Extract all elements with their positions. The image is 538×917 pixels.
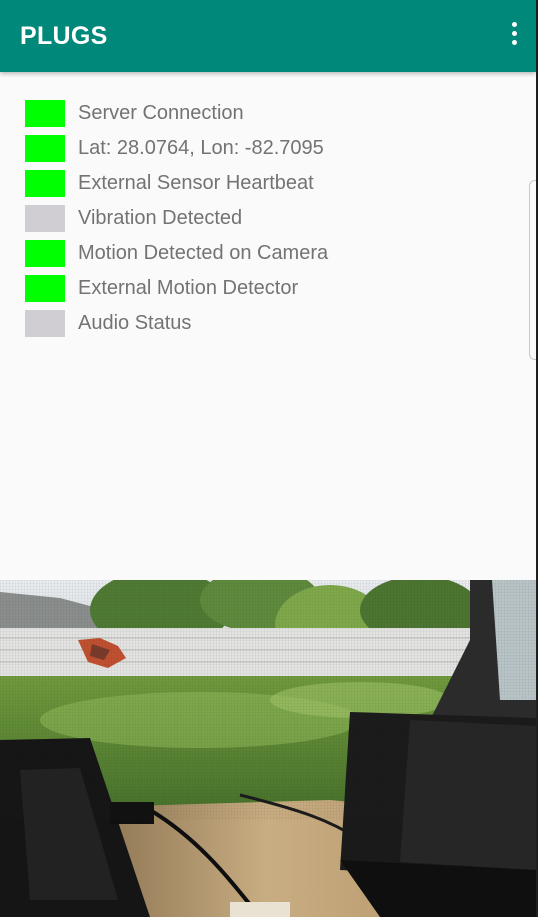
edge-panel-handle[interactable] bbox=[529, 180, 536, 360]
app-bar: PLUGS bbox=[0, 0, 536, 72]
status-item-vibration-detected: Vibration Detected bbox=[25, 201, 328, 236]
status-label: External Motion Detector bbox=[78, 277, 299, 299]
camera-frame-image bbox=[0, 580, 536, 917]
status-indicator bbox=[25, 170, 65, 197]
status-indicator bbox=[25, 100, 65, 127]
status-label: Vibration Detected bbox=[78, 207, 243, 229]
status-item-external-sensor-heartbeat: External Sensor Heartbeat bbox=[25, 166, 328, 201]
status-item-location: Lat: 28.0764, Lon: -82.7095 bbox=[25, 131, 328, 166]
status-indicator bbox=[25, 310, 65, 337]
status-indicator bbox=[25, 240, 65, 267]
status-item-server-connection: Server Connection bbox=[25, 96, 328, 131]
status-label: External Sensor Heartbeat bbox=[78, 172, 314, 194]
status-item-external-motion-detector: External Motion Detector bbox=[25, 271, 328, 306]
status-list: Server Connection Lat: 28.0764, Lon: -82… bbox=[25, 96, 328, 341]
status-item-motion-camera: Motion Detected on Camera bbox=[25, 236, 328, 271]
status-label: Lat: 28.0764, Lon: -82.7095 bbox=[78, 137, 324, 159]
status-label: Motion Detected on Camera bbox=[78, 242, 329, 264]
app-title: PLUGS bbox=[20, 22, 108, 50]
status-item-audio-status: Audio Status bbox=[25, 306, 328, 341]
camera-preview bbox=[0, 580, 536, 917]
status-indicator bbox=[25, 275, 65, 302]
status-label: Audio Status bbox=[78, 312, 192, 334]
app-screen: PLUGS Server Connection Lat: 28.0764, Lo… bbox=[0, 0, 538, 917]
status-indicator bbox=[25, 135, 65, 162]
status-label: Server Connection bbox=[78, 102, 244, 124]
more-vert-icon[interactable] bbox=[506, 18, 522, 54]
status-indicator bbox=[25, 205, 65, 232]
